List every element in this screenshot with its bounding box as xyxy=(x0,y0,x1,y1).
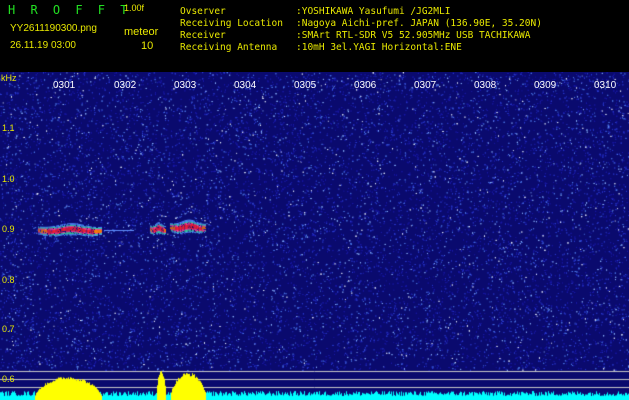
x-tick-0308: 0308 xyxy=(474,80,497,91)
receiver-label: Receiver xyxy=(180,30,226,41)
x-tick-0304: 0304 xyxy=(234,80,257,91)
x-tick-0301: 0301 xyxy=(53,80,76,91)
timestamp-label: 26.11.19 03:00 xyxy=(10,40,76,51)
y-tick-1-1: 1.1 xyxy=(2,123,15,133)
observer-row: Ovserver :YOSHIKAWA Yasufumi /JG2MLI xyxy=(180,7,450,17)
antenna-value: :10mH 3el.YAGI Horizontal:ENE xyxy=(296,42,462,53)
spectrogram xyxy=(0,72,629,400)
antenna-label: Receiving Antenna xyxy=(180,42,278,53)
x-tick-0307: 0307 xyxy=(414,80,437,91)
y-tick-0-6: 0.6 xyxy=(2,374,15,384)
observer-value: :YOSHIKAWA Yasufumi /JG2MLI xyxy=(296,6,451,17)
x-tick-0303: 0303 xyxy=(174,80,197,91)
receiver-row: Receiver :SMArt RTL-SDR V5 52.905MHz USB … xyxy=(180,31,531,41)
app-title: H R O F F T xyxy=(8,3,132,17)
x-tick-0309: 0309 xyxy=(534,80,557,91)
y-tick-0-7: 0.7 xyxy=(2,324,15,334)
header-panel: H R O F F T 1.00f YY2611190300.png 26.11… xyxy=(0,0,629,72)
location-row: Receiving Location :Nagoya Aichi-pref. JA… xyxy=(180,19,542,29)
meteor-count: 10 xyxy=(141,40,154,52)
x-tick-0306: 0306 xyxy=(354,80,377,91)
filename-label: YY2611190300.png xyxy=(10,23,97,34)
x-tick-0310: 0310 xyxy=(594,80,617,91)
location-value: :Nagoya Aichi-pref. JAPAN (136.90E, 35.2… xyxy=(296,18,542,29)
antenna-row: Receiving Antenna :10mH 3el.YAGI Horizont… xyxy=(180,43,462,53)
receiver-value: :SMArt RTL-SDR V5 52.905MHz USB TACHIKAW… xyxy=(296,30,531,41)
y-tick-1-0: 1.0 xyxy=(2,174,15,184)
y-axis-unit: kHz xyxy=(1,73,17,83)
location-label: Receiving Location xyxy=(180,18,283,29)
version-label: 1.00f xyxy=(124,3,145,13)
meteor-label: meteor xyxy=(124,26,159,38)
observer-label: Ovserver xyxy=(180,6,226,17)
y-tick-0-8: 0.8 xyxy=(2,275,15,285)
y-tick-0-9: 0.9 xyxy=(2,224,15,234)
x-tick-0305: 0305 xyxy=(294,80,317,91)
x-tick-0302: 0302 xyxy=(114,80,137,91)
